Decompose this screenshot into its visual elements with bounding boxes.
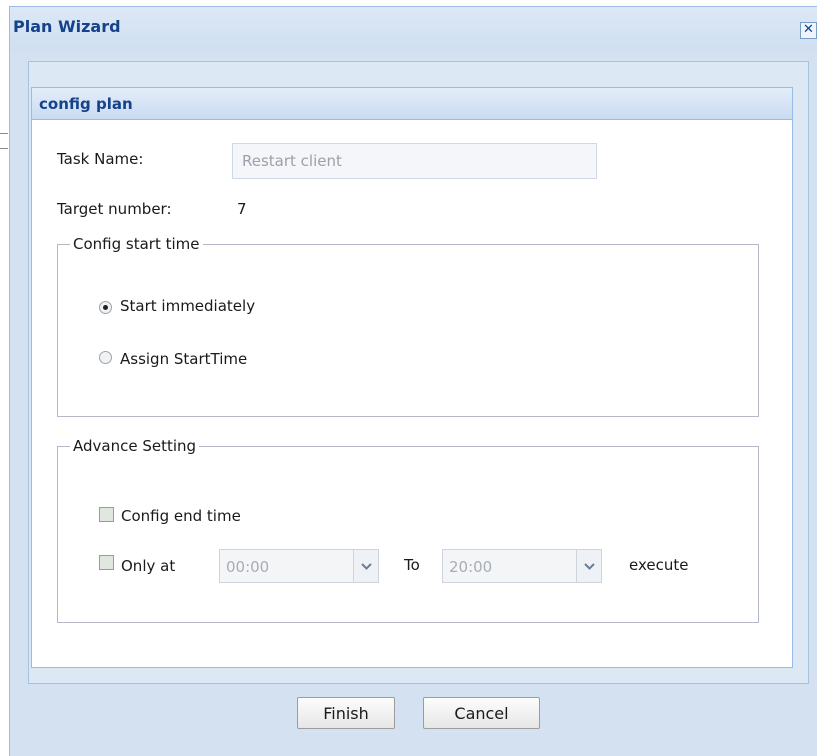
config-end-time-label[interactable]: Config end time — [121, 507, 241, 525]
from-time-select[interactable]: 00:00 — [219, 549, 379, 583]
to-time-select[interactable]: 20:00 — [442, 549, 602, 583]
task-name-input[interactable] — [232, 143, 597, 179]
advance-setting-fieldset: Advance Setting — [57, 437, 759, 623]
cancel-button[interactable]: Cancel — [423, 697, 540, 729]
close-button[interactable]: ✕ — [800, 22, 817, 39]
edge-mark — [0, 148, 8, 149]
finish-button[interactable]: Finish — [297, 697, 395, 729]
plan-wizard-window: Plan Wizard ✕ config plan Task Name: Tar… — [9, 6, 817, 756]
background-edge — [0, 0, 9, 756]
start-time-legend: Config start time — [73, 235, 200, 253]
edge-mark — [0, 133, 8, 134]
close-icon: ✕ — [803, 22, 814, 37]
to-time-trigger[interactable] — [576, 550, 601, 582]
to-label: To — [404, 556, 420, 574]
to-time-value: 20:00 — [449, 558, 493, 576]
execute-label: execute — [629, 556, 689, 574]
assign-starttime-label[interactable]: Assign StartTime — [120, 350, 247, 368]
only-at-label[interactable]: Only at — [121, 557, 175, 575]
chevron-down-icon — [584, 563, 595, 570]
target-number-value: 7 — [237, 200, 247, 218]
start-immediately-label[interactable]: Start immediately — [120, 297, 255, 315]
target-number-label: Target number: — [57, 200, 172, 218]
advance-setting-legend: Advance Setting — [73, 437, 197, 455]
config-plan-panel: config plan Task Name: Target number: 7 … — [31, 87, 793, 668]
only-at-checkbox[interactable] — [99, 555, 114, 570]
panel-title: config plan — [39, 95, 133, 113]
window-title: Plan Wizard — [13, 17, 121, 36]
from-time-value: 00:00 — [226, 558, 270, 576]
chevron-down-icon — [361, 563, 372, 570]
start-immediately-radio[interactable] — [99, 301, 112, 314]
window-titlebar[interactable]: Plan Wizard ✕ — [10, 7, 817, 51]
assign-starttime-radio[interactable] — [99, 351, 112, 364]
from-time-trigger[interactable] — [353, 550, 378, 582]
task-name-label: Task Name: — [57, 150, 144, 168]
panel-header: config plan — [32, 88, 792, 120]
start-time-fieldset: Config start time — [57, 235, 759, 417]
config-end-time-checkbox[interactable] — [99, 507, 114, 522]
